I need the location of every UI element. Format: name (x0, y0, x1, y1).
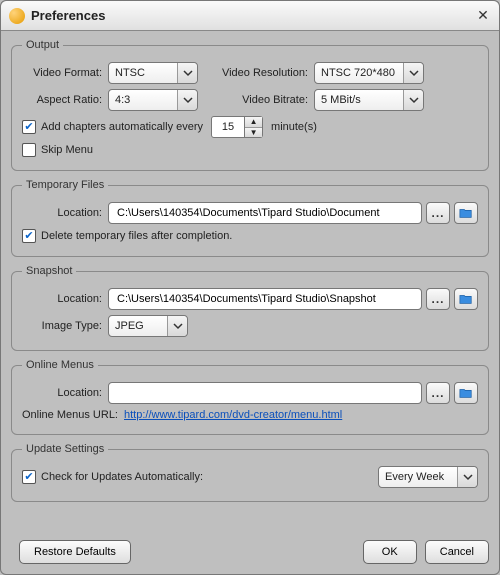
snapshot-location-label: Location: (22, 293, 108, 305)
folder-icon (459, 386, 473, 400)
snapshot-legend: Snapshot (22, 265, 76, 277)
footer: Restore Defaults OK Cancel (1, 534, 499, 574)
video-resolution-label: Video Resolution: (210, 67, 314, 79)
update-legend: Update Settings (22, 443, 108, 455)
titlebar: Preferences ✕ (1, 1, 499, 31)
online-location-input[interactable] (108, 382, 422, 404)
open-folder-button[interactable] (454, 202, 478, 224)
online-location-value[interactable] (115, 386, 415, 400)
folder-icon (459, 206, 473, 220)
window-title: Preferences (31, 8, 475, 23)
video-resolution-value: NTSC 720*480 (321, 67, 395, 79)
aspect-ratio-select[interactable]: 4:3 (108, 89, 198, 111)
browse-button[interactable]: ... (426, 382, 450, 404)
temp-group: Temporary Files Location: ... Delete tem… (11, 179, 489, 257)
temp-location-label: Location: (22, 207, 108, 219)
image-type-label: Image Type: (22, 320, 108, 332)
temp-location-value[interactable] (115, 206, 415, 220)
add-chapters-checkbox[interactable] (22, 120, 36, 134)
online-location-label: Location: (22, 387, 108, 399)
browse-button[interactable]: ... (426, 288, 450, 310)
skip-menu-checkbox[interactable] (22, 143, 36, 157)
ellipsis-icon: ... (431, 292, 444, 306)
video-format-value: NTSC (115, 67, 145, 79)
add-chapters-value: 15 (211, 116, 245, 138)
open-folder-button[interactable] (454, 288, 478, 310)
chevron-up-icon[interactable]: ▲ (245, 117, 262, 128)
chevron-down-icon (403, 90, 423, 110)
snapshot-location-input[interactable] (108, 288, 422, 310)
online-legend: Online Menus (22, 359, 98, 371)
delete-temp-checkbox[interactable] (22, 229, 36, 243)
ellipsis-icon: ... (431, 386, 444, 400)
open-folder-button[interactable] (454, 382, 478, 404)
chevron-down-icon (403, 63, 423, 83)
skip-menu-label: Skip Menu (41, 144, 93, 156)
snapshot-group: Snapshot Location: ... Image Type: JPEG (11, 265, 489, 351)
temp-legend: Temporary Files (22, 179, 108, 191)
output-legend: Output (22, 39, 63, 51)
add-chapters-label: Add chapters automatically every (41, 121, 203, 133)
video-bitrate-select[interactable]: 5 MBit/s (314, 89, 424, 111)
chevron-down-icon (167, 316, 187, 336)
folder-icon (459, 292, 473, 306)
snapshot-location-value[interactable] (115, 292, 415, 306)
temp-location-input[interactable] (108, 202, 422, 224)
update-group: Update Settings Check for Updates Automa… (11, 443, 489, 502)
update-frequency-select[interactable]: Every Week (378, 466, 478, 488)
check-updates-checkbox[interactable] (22, 470, 36, 484)
update-frequency-value: Every Week (385, 471, 444, 483)
app-icon (9, 8, 25, 24)
image-type-select[interactable]: JPEG (108, 315, 188, 337)
aspect-ratio-value: 4:3 (115, 94, 130, 106)
chevron-down-icon (177, 63, 197, 83)
online-url-link[interactable]: http://www.tipard.com/dvd-creator/menu.h… (124, 409, 342, 421)
aspect-ratio-label: Aspect Ratio: (22, 94, 108, 106)
video-bitrate-label: Video Bitrate: (210, 94, 314, 106)
online-menus-group: Online Menus Location: ... Online Menus … (11, 359, 489, 435)
image-type-value: JPEG (115, 320, 144, 332)
online-url-label: Online Menus URL: (22, 409, 118, 421)
add-chapters-unit: minute(s) (271, 121, 317, 133)
video-bitrate-value: 5 MBit/s (321, 94, 361, 106)
cancel-button[interactable]: Cancel (425, 540, 489, 564)
output-group: Output Video Format: NTSC Video Resoluti… (11, 39, 489, 171)
delete-temp-label: Delete temporary files after completion. (41, 230, 232, 242)
ellipsis-icon: ... (431, 206, 444, 220)
video-format-select[interactable]: NTSC (108, 62, 198, 84)
chevron-down-icon[interactable]: ▼ (245, 128, 262, 138)
close-button[interactable]: ✕ (475, 8, 491, 24)
video-resolution-select[interactable]: NTSC 720*480 (314, 62, 424, 84)
check-updates-label: Check for Updates Automatically: (41, 471, 203, 483)
preferences-dialog: Preferences ✕ Output Video Format: NTSC … (0, 0, 500, 575)
chevron-down-icon (177, 90, 197, 110)
ok-button[interactable]: OK (363, 540, 417, 564)
video-format-label: Video Format: (22, 67, 108, 79)
content-area: Output Video Format: NTSC Video Resoluti… (1, 31, 499, 534)
restore-defaults-button[interactable]: Restore Defaults (19, 540, 131, 564)
browse-button[interactable]: ... (426, 202, 450, 224)
chevron-down-icon (457, 467, 477, 487)
add-chapters-spinner[interactable]: 15 ▲ ▼ (211, 116, 263, 138)
